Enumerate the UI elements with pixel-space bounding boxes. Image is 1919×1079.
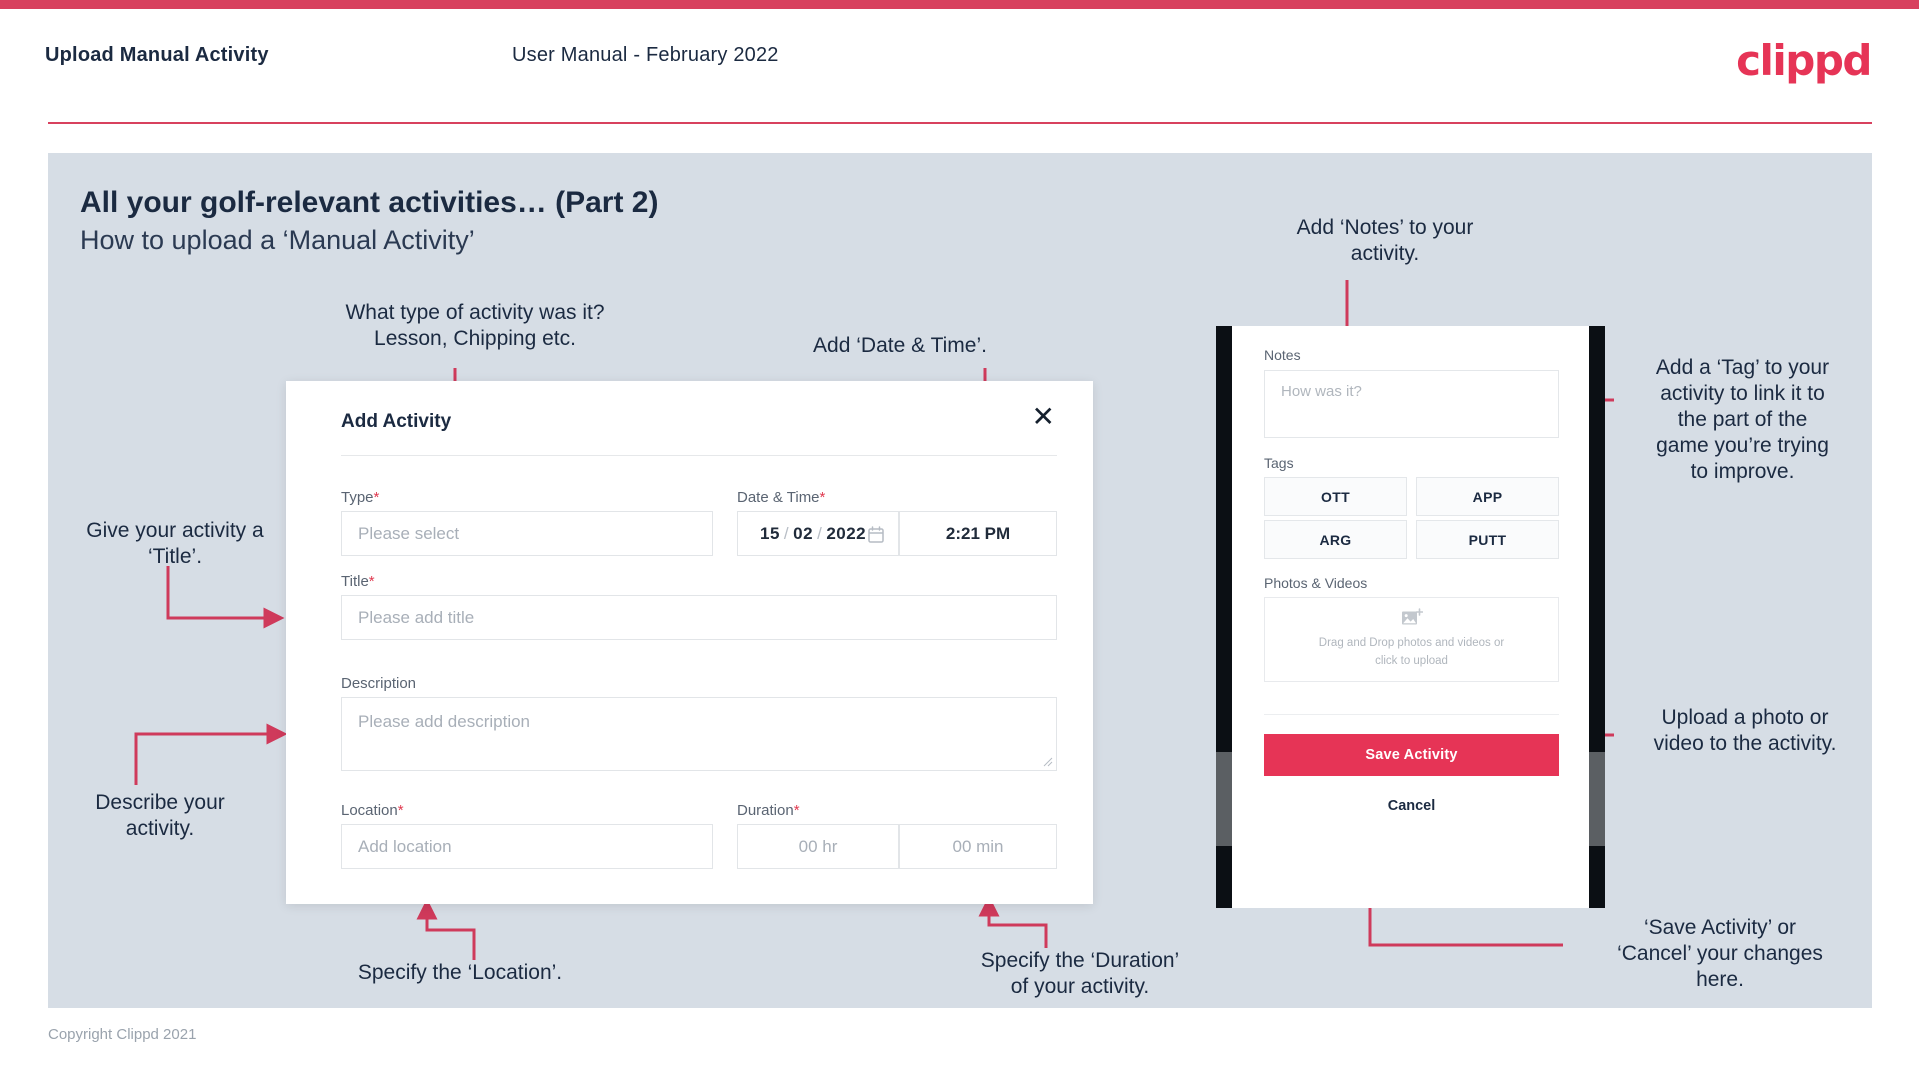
datetime-label: Date & Time* [737, 489, 825, 506]
duration-label-text: Duration [737, 802, 794, 819]
type-label-text: Type [341, 489, 374, 506]
datetime-label-text: Date & Time [737, 489, 820, 506]
phone-button-left [1216, 752, 1232, 846]
datetime-required: * [819, 489, 826, 506]
annotation-notes: Add ‘Notes’ to your activity. [1296, 216, 1474, 266]
notes-label: Notes [1264, 347, 1301, 363]
phone-button-right [1589, 752, 1605, 846]
location-label: Location* [341, 802, 404, 819]
type-placeholder: Please select [358, 523, 460, 543]
drop-zone-text: Drag and Drop photos and videos or click… [1319, 635, 1504, 671]
duration-required: * [793, 802, 800, 819]
duration-label: Duration* [737, 802, 800, 819]
title-input[interactable]: Please add title [341, 595, 1057, 640]
annotation-location: Specify the ‘Location’. [357, 961, 563, 984]
duration-minutes-value: 00 min [952, 836, 1004, 856]
duration-minutes-input[interactable]: 00 min [899, 824, 1057, 869]
annotation-save: ‘Save Activity’ or ‘Cancel’ your changes… [1617, 916, 1823, 992]
resize-handle-icon[interactable] [1043, 757, 1053, 767]
phone-screen: Notes How was it? Tags OTT APP ARG PUTT … [1232, 326, 1589, 908]
annotation-tags: Add a ‘Tag’ to your activity to link it … [1655, 356, 1830, 484]
date-input[interactable]: 15/02/2022 [737, 511, 899, 556]
page-title: Upload Manual Activity [45, 44, 269, 66]
save-activity-button[interactable]: Save Activity [1264, 734, 1559, 776]
duration-hours-input[interactable]: 00 hr [737, 824, 899, 869]
date-month: 02 [793, 523, 814, 543]
location-input[interactable]: Add location [341, 824, 713, 869]
title-label-text: Title [341, 573, 369, 590]
photo-drop-zone[interactable]: Drag and Drop photos and videos or click… [1264, 597, 1559, 682]
header-divider [48, 122, 1872, 124]
calendar-icon[interactable] [868, 526, 884, 543]
add-activity-dialog: Add Activity ✕ Type* Please select Date … [286, 381, 1093, 904]
tags-label: Tags [1264, 455, 1294, 471]
date-year: 2022 [826, 523, 867, 543]
add-image-icon [1401, 608, 1423, 625]
tag-button-putt[interactable]: PUTT [1416, 520, 1559, 559]
tag-button-app[interactable]: APP [1416, 477, 1559, 516]
date-value: 15/02/2022 [738, 524, 866, 544]
annotation-description: Describe your activity. [95, 791, 225, 841]
title-required: * [368, 573, 375, 590]
drop-line-2: click to upload [1375, 655, 1448, 667]
slide-heading: All your golf-relevant activities… (Part… [80, 186, 659, 219]
location-placeholder: Add location [358, 836, 452, 856]
annotation-title: Give your activity a ‘Title’. [86, 519, 264, 569]
description-label: Description [341, 675, 416, 692]
description-label-text: Description [341, 675, 417, 692]
slide-page: Upload Manual Activity User Manual - Feb… [0, 0, 1919, 1079]
type-label: Type* [341, 489, 379, 506]
date-sep-1: / [783, 523, 790, 543]
location-required: * [397, 802, 404, 819]
top-accent-bar [0, 0, 1919, 9]
drop-line-1: Drag and Drop photos and videos or [1318, 637, 1505, 650]
description-textarea[interactable]: Please add description [341, 697, 1057, 771]
page-subtitle: User Manual - February 2022 [512, 44, 779, 66]
clippd-logo: clippd [1736, 36, 1872, 85]
title-label: Title* [341, 573, 375, 590]
time-value: 2:21 PM [945, 523, 1011, 543]
dialog-divider [341, 455, 1057, 456]
time-input[interactable]: 2:21 PM [899, 511, 1057, 556]
annotation-type: What type of activity was it? Lesson, Ch… [345, 301, 605, 351]
duration-hours-value: 00 hr [798, 836, 838, 856]
annotation-datetime: Add ‘Date & Time’. [813, 334, 987, 357]
title-placeholder: Please add title [358, 607, 475, 627]
tag-button-ott[interactable]: OTT [1264, 477, 1407, 516]
notes-textarea[interactable]: How was it? [1264, 370, 1559, 438]
close-icon[interactable]: ✕ [1032, 403, 1055, 431]
annotation-upload: Upload a photo or video to the activity. [1653, 706, 1837, 756]
footer-copyright: Copyright Clippd 2021 [48, 1026, 197, 1043]
description-placeholder: Please add description [358, 712, 531, 731]
cancel-button[interactable]: Cancel [1264, 791, 1559, 821]
date-day: 15 [760, 523, 780, 543]
photos-label: Photos & Videos [1264, 575, 1368, 591]
date-sep-2: / [817, 523, 823, 543]
slide-subheading: How to upload a ‘Manual Activity’ [80, 225, 475, 255]
type-required: * [373, 489, 380, 506]
notes-placeholder: How was it? [1281, 383, 1362, 400]
annotation-duration: Specify the ‘Duration’ of your activity. [980, 949, 1180, 999]
phone-divider [1264, 714, 1559, 715]
type-select[interactable]: Please select [341, 511, 713, 556]
tag-button-arg[interactable]: ARG [1264, 520, 1407, 559]
location-label-text: Location [341, 802, 398, 819]
phone-mockup: Notes How was it? Tags OTT APP ARG PUTT … [1216, 326, 1605, 908]
dialog-title: Add Activity [341, 411, 452, 432]
